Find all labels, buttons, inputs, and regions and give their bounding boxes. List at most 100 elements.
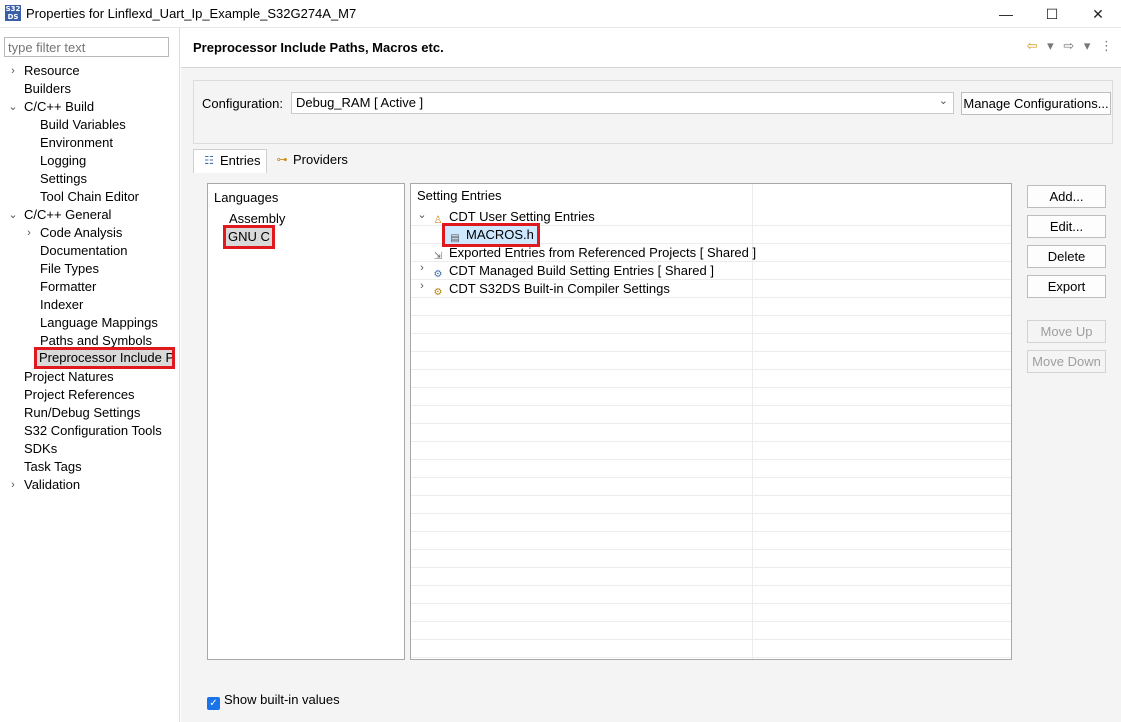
nav-item-cpp-general[interactable]: C/C++ General (24, 206, 111, 224)
collapse-arrow-icon[interactable]: ⌄ (8, 98, 18, 116)
nav-item-language-mappings[interactable]: Language Mappings (40, 314, 158, 332)
nav-item-resource[interactable]: Resource (24, 62, 80, 80)
configuration-select[interactable]: Debug_RAM [ Active ] ⌄ (291, 92, 954, 114)
forward-arrow-icon[interactable]: ⇨ (1063, 38, 1074, 54)
language-item-gnu-c[interactable]: GNU C (223, 225, 275, 249)
back-arrow-icon[interactable]: ⇦ (1027, 38, 1038, 54)
expand-arrow-icon[interactable]: › (24, 224, 34, 242)
properties-page: Preprocessor Include Paths, Macros etc. … (181, 28, 1121, 722)
providers-icon: ⊶ (276, 154, 288, 166)
checkbox-checked-icon[interactable]: ✓ (207, 697, 220, 710)
nav-item-s32-configuration-tools[interactable]: S32 Configuration Tools (24, 422, 162, 440)
manage-configurations-button[interactable]: Manage Configurations... (961, 92, 1111, 115)
tab-entries-label: Entries (220, 153, 261, 168)
nav-item-indexer[interactable]: Indexer (40, 296, 83, 314)
setting-entries-panel: Setting Entries ⌄ ♙ CDT User Setting Entr… (410, 183, 1012, 660)
forward-dropdown-icon[interactable]: ▾ (1084, 38, 1091, 54)
show-builtin-values-toggle[interactable]: ✓ Show built-in values (207, 692, 340, 710)
grid-line (411, 496, 1011, 514)
nav-item-project-references[interactable]: Project References (24, 386, 135, 404)
nav-item-documentation[interactable]: Documentation (40, 242, 127, 260)
entries-tab-body: Languages Assembly GNU C Setting Entries… (193, 173, 1113, 713)
compiler-settings-icon: ⚙ (433, 287, 443, 298)
grid-line (411, 316, 1011, 334)
grid-line (411, 406, 1011, 424)
nav-item-validation[interactable]: Validation (24, 476, 80, 494)
nav-item-sdks[interactable]: SDKs (24, 440, 57, 458)
nav-item-cpp-build[interactable]: C/C++ Build (24, 98, 94, 116)
configuration-label: Configuration: (202, 96, 283, 111)
back-dropdown-icon[interactable]: ▾ (1047, 38, 1054, 54)
maximize-button[interactable]: ☐ (1029, 0, 1075, 28)
languages-panel: Languages Assembly GNU C (207, 183, 405, 660)
nav-pane: › Resource Builders ⌄ C/C++ Build Build … (0, 28, 180, 722)
nav-item-task-tags[interactable]: Task Tags (24, 458, 82, 476)
window-title: Properties for Linflexd_Uart_Ip_Example_… (26, 6, 357, 21)
grid-line (411, 460, 1011, 478)
delete-button[interactable]: Delete (1027, 245, 1106, 268)
nav-item-formatter[interactable]: Formatter (40, 278, 96, 296)
nav-item-settings[interactable]: Settings (40, 170, 87, 188)
nav-item-run-debug-settings[interactable]: Run/Debug Settings (24, 404, 140, 422)
title-bar: S32 DS Properties for Linflexd_Uart_Ip_E… (0, 0, 1121, 28)
export-button[interactable]: Export (1027, 275, 1106, 298)
grid-line (411, 550, 1011, 568)
add-button[interactable]: Add... (1027, 185, 1106, 208)
page-header: Preprocessor Include Paths, Macros etc. … (181, 28, 1121, 68)
entry-label: Exported Entries from Referenced Project… (449, 245, 757, 260)
grid-line (411, 424, 1011, 442)
entry-label: CDT S32DS Built-in Compiler Settings (449, 281, 670, 296)
chevron-down-icon: ⌄ (938, 95, 948, 107)
expand-arrow-icon[interactable]: › (8, 476, 18, 494)
tab-providers[interactable]: ⊶ Providers (267, 149, 359, 173)
nav-item-builders[interactable]: Builders (24, 80, 71, 98)
app-icon: S32 DS (5, 5, 21, 21)
tab-entries[interactable]: ☷ Entries (193, 149, 267, 173)
grid-line (411, 622, 1011, 640)
entry-exported-entries[interactable]: ⇲ Exported Entries from Referenced Projec… (431, 244, 756, 262)
grid-line (411, 334, 1011, 352)
page-title: Preprocessor Include Paths, Macros etc. (193, 40, 444, 55)
collapse-arrow-icon[interactable]: ⌄ (8, 206, 18, 224)
entry-cdt-managed-build[interactable]: ⚙ CDT Managed Build Setting Entries [ Sha… (431, 262, 714, 280)
nav-item-environment[interactable]: Environment (40, 134, 113, 152)
entry-label: CDT Managed Build Setting Entries [ Shar… (449, 263, 714, 278)
nav-item-logging[interactable]: Logging (40, 152, 86, 170)
configuration-value: Debug_RAM [ Active ] (296, 95, 424, 110)
filter-input[interactable] (4, 37, 169, 57)
nav-item-build-variables[interactable]: Build Variables (40, 116, 126, 134)
expand-arrow-icon[interactable]: › (8, 62, 18, 80)
grid-line (411, 604, 1011, 622)
move-down-button[interactable]: Move Down (1027, 350, 1106, 373)
collapse-arrow-icon[interactable]: ⌄ (417, 208, 427, 221)
entry-label: CDT User Setting Entries (449, 209, 595, 224)
entry-cdt-s32ds-builtin[interactable]: ⚙ CDT S32DS Built-in Compiler Settings (431, 280, 670, 298)
grid-line (411, 568, 1011, 586)
nav-item-tool-chain-editor[interactable]: Tool Chain Editor (40, 188, 139, 206)
grid-line (411, 532, 1011, 550)
expand-arrow-icon[interactable]: › (417, 280, 427, 292)
configuration-group: Configuration: Debug_RAM [ Active ] ⌄ Ma… (193, 80, 1113, 144)
nav-item-code-analysis[interactable]: Code Analysis (40, 224, 122, 242)
nav-item-file-types[interactable]: File Types (40, 260, 99, 278)
grid-line (411, 370, 1011, 388)
grid-line (411, 478, 1011, 496)
grid-line (411, 442, 1011, 460)
edit-button[interactable]: Edit... (1027, 215, 1106, 238)
view-menu-icon[interactable]: ⋮ (1100, 38, 1113, 54)
grid-line (411, 352, 1011, 370)
move-up-button[interactable]: Move Up (1027, 320, 1106, 343)
setting-entries-header: Setting Entries (417, 187, 752, 205)
languages-header: Languages (214, 190, 279, 205)
show-builtin-values-label: Show built-in values (224, 692, 340, 707)
nav-item-project-natures[interactable]: Project Natures (24, 368, 114, 386)
tab-providers-label: Providers (293, 152, 348, 167)
close-button[interactable]: ✕ (1075, 0, 1121, 28)
grid-line (411, 586, 1011, 604)
grid-line (411, 388, 1011, 406)
entry-label: MACROS.h (466, 227, 534, 242)
nav-item-preprocessor-include[interactable]: Preprocessor Include Pa (34, 347, 175, 369)
minimize-button[interactable]: — (983, 0, 1029, 28)
expand-arrow-icon[interactable]: › (417, 262, 427, 274)
language-item-assembly[interactable]: Assembly (229, 211, 285, 226)
